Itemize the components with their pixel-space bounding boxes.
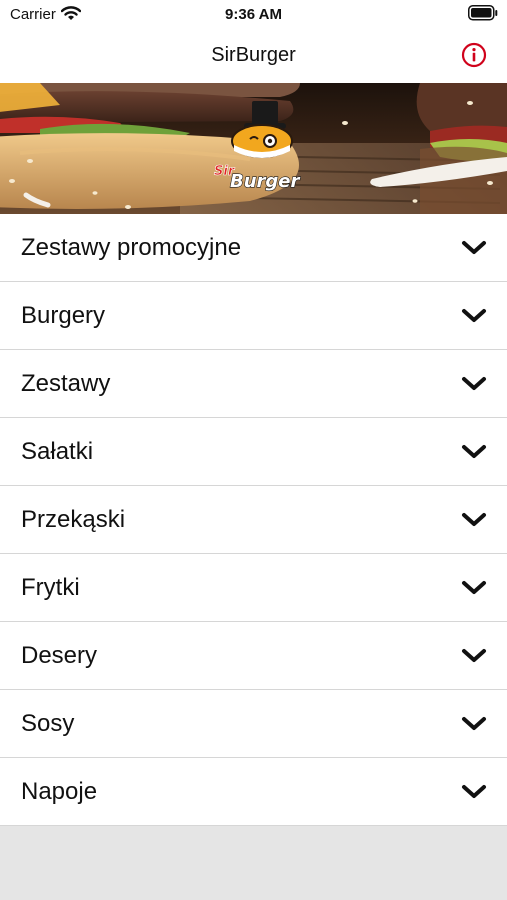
info-icon[interactable] [461,42,487,68]
category-row-burgery[interactable]: Burgery [0,282,507,350]
burger-photo: Sir Burger [0,83,507,214]
category-label: Przekąski [21,506,126,533]
category-row-zestawy-promocyjne[interactable]: Zestawy promocyjne [0,214,507,282]
category-row-przekaski[interactable]: Przekąski [0,486,507,554]
logo-burger-text: Burger [230,171,301,192]
chevron-down-icon [462,445,486,458]
category-list: Zestawy promocyjne Burgery Zestawy Sałat… [0,214,507,826]
category-label: Desery [21,642,98,669]
category-row-sosy[interactable]: Sosy [0,690,507,758]
status-time: 9:36 AM [225,6,282,23]
category-row-zestawy[interactable]: Zestawy [0,350,507,418]
category-label: Frytki [21,574,80,601]
chevron-down-icon [462,241,486,254]
chevron-down-icon [462,581,486,594]
chevron-down-icon [462,513,486,526]
chevron-down-icon [462,649,486,662]
category-label: Zestawy [21,370,111,397]
chevron-down-icon [462,309,486,322]
chevron-down-icon [462,377,486,390]
status-bar: Carrier 9:36 AM [0,0,507,28]
hero-banner: Sir Burger [0,83,507,214]
chevron-down-icon [462,717,486,730]
chevron-down-icon [462,785,486,798]
category-label: Napoje [21,778,98,805]
category-label: Sosy [21,710,75,737]
battery-icon [468,5,498,21]
category-label: Burgery [21,302,106,329]
category-label: Sałatki [21,438,94,465]
category-row-napoje[interactable]: Napoje [0,758,507,826]
page-title: SirBurger [211,44,296,66]
category-row-desery[interactable]: Desery [0,622,507,690]
category-row-salatki[interactable]: Sałatki [0,418,507,486]
navigation-bar: SirBurger [0,28,507,83]
category-label: Zestawy promocyjne [21,234,242,261]
category-row-frytki[interactable]: Frytki [0,554,507,622]
